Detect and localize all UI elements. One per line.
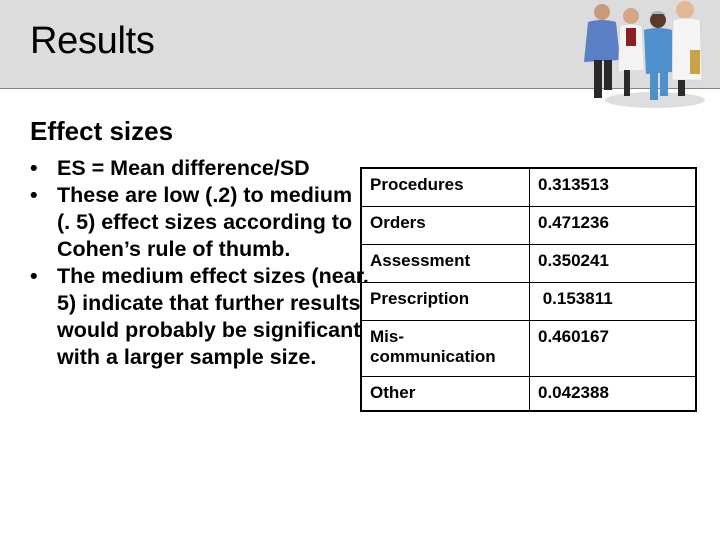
value-cell: 0.042388: [529, 375, 697, 412]
table-row: Procedures 0.313513: [360, 167, 697, 207]
bullet-icon: •: [30, 264, 38, 288]
bullet-icon: •: [30, 183, 38, 207]
bullet-item: • ES = Mean difference/SD: [30, 156, 310, 180]
slide-title: Results: [30, 20, 155, 62]
value-cell: 0.313513: [529, 167, 697, 207]
medical-staff-photo-icon: [584, 1, 705, 108]
value-cell: 0.460167: [529, 319, 697, 377]
category-cell: Assessment: [360, 243, 530, 283]
category-cell: Orders: [360, 205, 530, 245]
value-cell: 0.350241: [529, 243, 697, 283]
category-cell: Mis-communication: [360, 319, 530, 377]
bullet-item: • These are low (.2) to medium (. 5) effe…: [30, 183, 353, 261]
value-cell: 0.153811: [529, 281, 697, 321]
table-row: Other 0.042388: [360, 375, 697, 412]
table-row: Mis-communication 0.460167: [360, 319, 697, 377]
bullet-item: • The medium effect sizes (near. 5) indic…: [30, 264, 369, 369]
table-row: Orders 0.471236: [360, 205, 697, 245]
slide-subtitle: Effect sizes: [30, 116, 174, 146]
table-row: Assessment 0.350241: [360, 243, 697, 283]
effect-size-table: Procedures 0.313513 Orders 0.471236 Asse…: [360, 167, 697, 412]
table-row: Prescription 0.153811: [360, 281, 697, 321]
bullet-list: • ES = Mean difference/SD • These are low …: [30, 155, 370, 371]
value-cell: 0.471236: [529, 205, 697, 245]
category-cell: Other: [360, 375, 530, 412]
category-cell: Procedures: [360, 167, 530, 207]
bullet-icon: •: [30, 156, 38, 180]
category-cell: Prescription: [360, 281, 530, 321]
